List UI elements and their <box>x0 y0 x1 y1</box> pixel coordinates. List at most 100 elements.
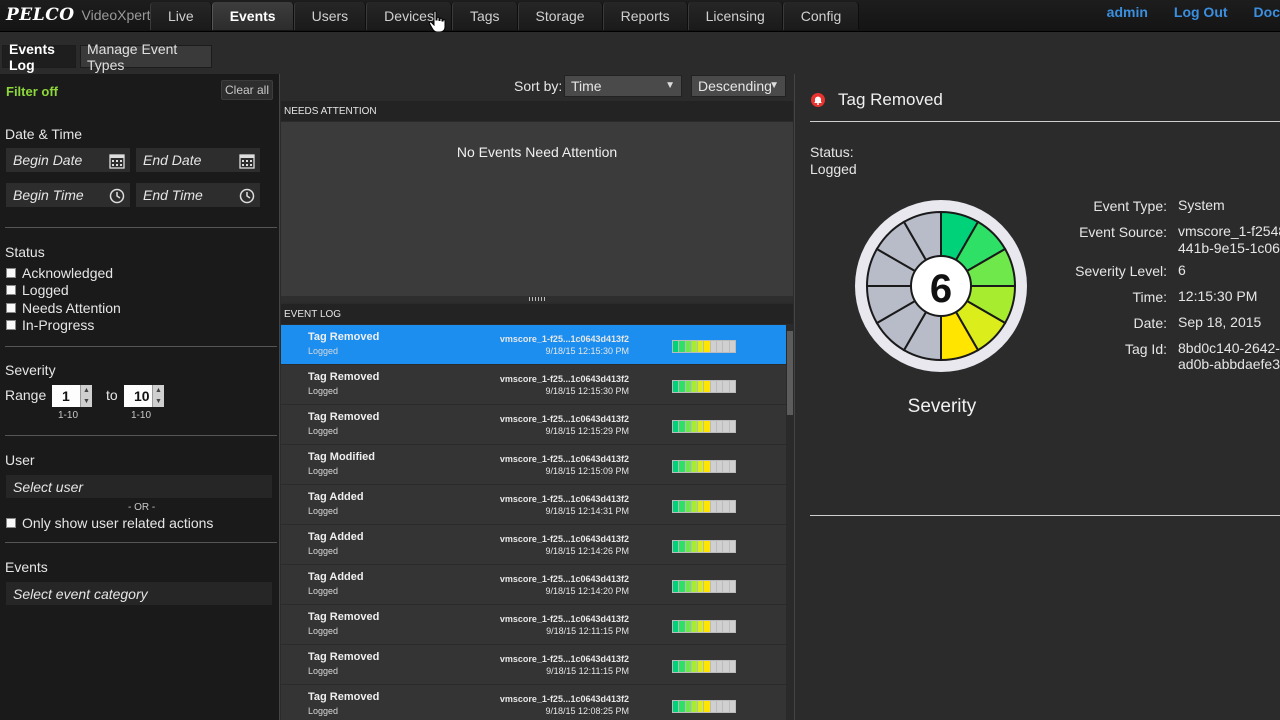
checkbox-box[interactable] <box>6 518 16 528</box>
severity-to-stepper[interactable]: 10 ▲ ▼ <box>124 385 164 407</box>
table-row[interactable]: Tag Added Logged vmscore_1-f25...1c0643d41… <box>281 565 786 605</box>
table-row[interactable]: Tag Added Logged vmscore_1-f25...1c0643d41… <box>281 485 786 525</box>
checkbox-box[interactable] <box>6 303 16 313</box>
status-in-progress-checkbox[interactable]: In-Progress <box>6 317 94 333</box>
severity-bar-segment <box>723 661 729 672</box>
begin-time-field[interactable]: Begin Time <box>5 182 131 208</box>
calendar-icon[interactable] <box>109 153 125 169</box>
divider <box>810 515 1280 516</box>
table-row[interactable]: Tag Added Logged vmscore_1-f25...1c0643d41… <box>281 525 786 565</box>
tab-storage[interactable]: Storage <box>517 2 603 30</box>
select-user-field[interactable]: Select user <box>5 474 273 499</box>
admin-link[interactable]: admin <box>1107 4 1148 20</box>
tab-events-log[interactable]: Events Log <box>2 41 76 73</box>
severity-from-value: 1 <box>62 388 70 404</box>
tag-id-label: Tag Id: <box>1124 341 1167 357</box>
table-row[interactable]: Tag Removed Logged vmscore_1-f25...1c0643d… <box>281 685 786 720</box>
only-user-actions-checkbox[interactable]: Only show user related actions <box>6 515 213 531</box>
tab-live[interactable]: Live <box>150 2 212 30</box>
status-heading: Status <box>5 244 45 260</box>
logout-link[interactable]: Log Out <box>1174 4 1228 20</box>
table-row[interactable]: Tag Removed Logged vmscore_1-f25...1c0643d… <box>281 645 786 685</box>
severity-bar-segment <box>729 341 735 352</box>
sort-field-value: Time <box>571 78 602 94</box>
severity-level-label: Severity Level: <box>1075 263 1167 279</box>
severity-bar-segment <box>679 541 685 552</box>
severity-bar-segment <box>698 501 704 512</box>
clock-icon[interactable] <box>239 188 255 204</box>
severity-bar-segment <box>710 421 717 432</box>
severity-bar-segment <box>704 501 710 512</box>
decrement-icon[interactable]: ▼ <box>81 396 92 407</box>
severity-bar-segment <box>691 421 698 432</box>
tab-users[interactable]: Users <box>293 2 367 30</box>
clear-all-button[interactable]: Clear all <box>221 80 273 100</box>
severity-from-stepper[interactable]: 1 ▲ ▼ <box>52 385 92 407</box>
severity-bar <box>672 500 736 513</box>
panel-splitter[interactable] <box>281 296 793 302</box>
table-row[interactable]: Tag Removed Logged vmscore_1-f25...1c0643d… <box>281 325 786 365</box>
table-row[interactable]: Tag Removed Logged vmscore_1-f25...1c0643d… <box>281 405 786 445</box>
clock-icon[interactable] <box>109 188 125 204</box>
tab-manage-event-types[interactable]: Manage Event Types <box>80 41 212 73</box>
end-time-field[interactable]: End Time <box>135 182 261 208</box>
severity-bar-segment <box>710 381 717 392</box>
event-log-heading: EVENT LOG <box>281 304 793 324</box>
docs-link[interactable]: Doc <box>1254 4 1280 20</box>
severity-bar-segment <box>729 421 735 432</box>
tab-licensing[interactable]: Licensing <box>687 2 783 30</box>
severity-bar-segment <box>717 421 723 432</box>
severity-bar-segment <box>673 581 679 592</box>
calendar-icon[interactable] <box>239 153 255 169</box>
status-logged-checkbox[interactable]: Logged <box>6 282 69 298</box>
severity-bar-segment <box>704 461 710 472</box>
event-source: vmscore_1-f25...1c0643d413f2 <box>499 534 629 544</box>
sort-direction-dropdown[interactable]: Descending ▼ <box>691 75 786 97</box>
severity-bar-segment <box>704 541 710 552</box>
table-row[interactable]: Tag Removed Logged vmscore_1-f25...1c0643d… <box>281 365 786 405</box>
table-row[interactable]: Tag Modified Logged vmscore_1-f25...1c0643… <box>281 445 786 485</box>
severity-bar-segment <box>698 461 704 472</box>
event-source: vmscore_1-f25...1c0643d413f2 <box>499 494 629 504</box>
begin-date-field[interactable]: Begin Date <box>5 147 131 173</box>
severity-bar-segment <box>710 701 717 712</box>
stepper-buttons: ▲ ▼ <box>152 385 164 407</box>
checkbox-box[interactable] <box>6 268 16 278</box>
severity-bar-segment <box>679 661 685 672</box>
splitter-grip-icon[interactable] <box>529 297 547 301</box>
increment-icon[interactable]: ▲ <box>153 385 164 396</box>
brand: PELCO VideoXpert <box>6 4 151 26</box>
tab-config[interactable]: Config <box>782 2 860 30</box>
decrement-icon[interactable]: ▼ <box>153 396 164 407</box>
severity-bar-segment <box>729 661 735 672</box>
sort-field-dropdown[interactable]: Time ▼ <box>564 75 682 97</box>
table-row[interactable]: Tag Removed Logged vmscore_1-f25...1c0643d… <box>281 605 786 645</box>
severity-bar-segment <box>717 381 723 392</box>
alarm-bell-icon <box>811 93 825 107</box>
status-needs-attention-checkbox[interactable]: Needs Attention <box>6 300 121 316</box>
tab-events[interactable]: Events <box>211 2 294 30</box>
events-list-panel: Sort by: Time ▼ Descending ▼ NEEDS ATTENTI… <box>280 74 794 720</box>
severity-bar-segment <box>691 381 698 392</box>
select-event-category-field[interactable]: Select event category <box>5 581 273 606</box>
divider <box>810 121 1280 122</box>
severity-bar-segment <box>679 621 685 632</box>
checkbox-box[interactable] <box>6 320 16 330</box>
severity-bar-segment <box>717 661 723 672</box>
increment-icon[interactable]: ▲ <box>81 385 92 396</box>
scrollbar-thumb[interactable] <box>787 331 793 415</box>
severity-bar-segment <box>698 541 704 552</box>
event-status: Logged <box>308 386 339 396</box>
tab-tags[interactable]: Tags <box>451 2 518 30</box>
event-log-list: Tag Removed Logged vmscore_1-f25...1c0643d… <box>281 325 786 720</box>
event-source: vmscore_1-f25...1c0643d413f2 <box>499 454 629 464</box>
severity-bar-segment <box>717 501 723 512</box>
filter-status: Filter off <box>6 84 58 99</box>
main-nav-tabs: Live Events Users Devices Tags Storage R… <box>150 2 860 30</box>
status-acknowledged-checkbox[interactable]: Acknowledged <box>6 265 113 281</box>
tab-reports[interactable]: Reports <box>602 2 688 30</box>
checkbox-box[interactable] <box>6 285 16 295</box>
end-date-field[interactable]: End Date <box>135 147 261 173</box>
event-log-scrollbar[interactable] <box>786 325 794 720</box>
event-source: vmscore_1-f25...1c0643d413f2 <box>499 694 629 704</box>
